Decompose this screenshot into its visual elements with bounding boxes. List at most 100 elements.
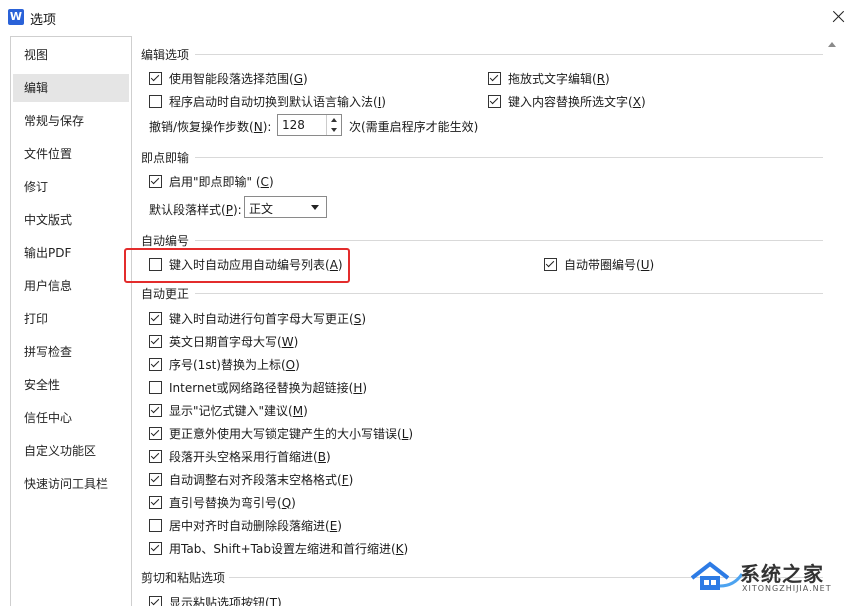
checkbox-box[interactable] bbox=[149, 426, 162, 440]
section-heading-auto-numbering: 自动编号 bbox=[141, 234, 190, 248]
dropdown-value: 正文 bbox=[249, 202, 274, 216]
checkbox-auto-correct-7[interactable]: 自动调整右对齐段落末空格格式(F) bbox=[149, 470, 353, 488]
highlight-annotation bbox=[124, 248, 350, 283]
sidebar-item-11[interactable]: 信任中心 bbox=[13, 404, 129, 432]
checkbox-auto-correct-9[interactable]: 居中对齐时自动删除段落缩进(E) bbox=[149, 516, 342, 534]
checkbox-label: 用Tab、Shift+Tab设置左缩进和首行缩进(K) bbox=[169, 541, 409, 556]
checkbox-box[interactable] bbox=[149, 541, 162, 555]
checkbox-auto-correct-1[interactable]: 英文日期首字母大写(W) bbox=[149, 332, 298, 350]
checkbox-smart-paragraph-select[interactable]: 使用智能段落选择范围(G) bbox=[149, 69, 308, 87]
divider bbox=[195, 293, 823, 294]
checkbox-auto-correct-0[interactable]: 键入时自动进行句首字母大写更正(S) bbox=[149, 309, 366, 327]
checkbox-box[interactable] bbox=[149, 94, 162, 108]
checkbox-box[interactable] bbox=[149, 495, 162, 509]
checkbox-label: 使用智能段落选择范围(G) bbox=[169, 71, 308, 86]
undo-steps-value[interactable]: 128 bbox=[282, 118, 305, 132]
spin-down-arrow-icon[interactable] bbox=[327, 125, 341, 135]
checkbox-box[interactable] bbox=[544, 257, 557, 271]
checkbox-box[interactable] bbox=[149, 357, 162, 371]
checkbox-label: Internet或网络路径替换为超链接(H) bbox=[169, 380, 368, 395]
checkbox-box[interactable] bbox=[149, 311, 162, 325]
sidebar-item-9[interactable]: 拼写检查 bbox=[13, 338, 129, 366]
checkbox-box[interactable] bbox=[149, 380, 162, 394]
spinner-buttons bbox=[326, 115, 341, 135]
sidebar-item-0[interactable]: 视图 bbox=[13, 41, 129, 69]
close-button[interactable] bbox=[826, 4, 850, 30]
checkbox-show-paste-options-button[interactable]: 显示粘贴选项按钮(T) bbox=[149, 593, 282, 606]
sidebar-item-13[interactable]: 快速访问工具栏 bbox=[13, 470, 129, 498]
vertical-scrollbar[interactable] bbox=[824, 36, 841, 606]
checkbox-box[interactable] bbox=[488, 71, 501, 85]
divider bbox=[195, 157, 823, 158]
watermark-url: XITONGZHIJIA.NET bbox=[742, 584, 832, 593]
divider bbox=[195, 240, 823, 241]
watermark-text: 系统之家 bbox=[740, 562, 824, 586]
checkbox-auto-circled-numbering[interactable]: 自动带圈编号(U) bbox=[544, 255, 654, 273]
checkbox-label: 显示"记忆式键入"建议(M) bbox=[169, 403, 308, 418]
sidebar-item-12[interactable]: 自定义功能区 bbox=[13, 437, 129, 465]
checkbox-auto-correct-4[interactable]: 显示"记忆式键入"建议(M) bbox=[149, 401, 308, 419]
checkbox-auto-correct-3[interactable]: Internet或网络路径替换为超链接(H) bbox=[149, 378, 367, 396]
sidebar-item-8[interactable]: 打印 bbox=[13, 305, 129, 333]
checkbox-box[interactable] bbox=[149, 71, 162, 85]
checkbox-label: 键入时自动进行句首字母大写更正(S) bbox=[169, 311, 367, 326]
sidebar-item-5[interactable]: 中文版式 bbox=[13, 206, 129, 234]
checkbox-enable-click-and-type[interactable]: 启用"即点即输" (C) bbox=[149, 172, 274, 190]
undo-steps-note: 次(需重启程序才能生效) bbox=[349, 120, 479, 134]
checkbox-label: 键入内容替换所选文字(X) bbox=[508, 94, 646, 109]
checkbox-box[interactable] bbox=[149, 174, 162, 188]
edit-options-panel: 编辑选项 使用智能段落选择范围(G) 程序启动时自动切换到默认语言输入法(I) … bbox=[133, 36, 851, 606]
sidebar-item-3[interactable]: 文件位置 bbox=[13, 140, 129, 168]
section-heading-click-and-type: 即点即输 bbox=[141, 151, 190, 165]
house-logo-icon bbox=[690, 561, 744, 590]
checkbox-label: 序号(1st)替换为上标(O) bbox=[169, 357, 300, 372]
checkbox-label: 居中对齐时自动删除段落缩进(E) bbox=[169, 518, 342, 533]
checkbox-box[interactable] bbox=[149, 518, 162, 532]
checkbox-label: 程序启动时自动切换到默认语言输入法(I) bbox=[169, 94, 386, 109]
checkbox-drag-drop-editing[interactable]: 拖放式文字编辑(R) bbox=[488, 69, 610, 87]
checkbox-label: 更正意外使用大写锁定键产生的大小写错误(L) bbox=[169, 426, 414, 441]
scroll-up-arrow-icon[interactable] bbox=[828, 42, 836, 47]
checkbox-label: 显示粘贴选项按钮(T) bbox=[169, 595, 282, 606]
checkbox-auto-switch-ime[interactable]: 程序启动时自动切换到默认语言输入法(I) bbox=[149, 92, 386, 110]
checkbox-auto-correct-8[interactable]: 直引号替换为弯引号(Q) bbox=[149, 493, 296, 511]
sidebar-item-10[interactable]: 安全性 bbox=[13, 371, 129, 399]
checkbox-auto-correct-5[interactable]: 更正意外使用大写锁定键产生的大小写错误(L) bbox=[149, 424, 413, 442]
default-paragraph-style-label: 默认段落样式(P): bbox=[149, 203, 242, 217]
sidebar-item-1[interactable]: 编辑 bbox=[13, 74, 129, 102]
checkbox-box[interactable] bbox=[149, 403, 162, 417]
undo-steps-label: 撤销/恢复操作步数(N): bbox=[149, 120, 272, 134]
dialog-title: 选项 bbox=[30, 13, 57, 28]
spin-up-arrow-icon[interactable] bbox=[327, 115, 341, 125]
title-bar: W 选项 bbox=[0, 0, 851, 36]
checkbox-auto-correct-2[interactable]: 序号(1st)替换为上标(O) bbox=[149, 355, 300, 373]
checkbox-box[interactable] bbox=[149, 449, 162, 463]
checkbox-label: 段落开头空格采用行首缩进(B) bbox=[169, 449, 331, 464]
section-heading-auto-correct: 自动更正 bbox=[141, 287, 190, 301]
checkbox-box[interactable] bbox=[149, 472, 162, 486]
divider bbox=[195, 54, 823, 55]
checkbox-auto-correct-10[interactable]: 用Tab、Shift+Tab设置左缩进和首行缩进(K) bbox=[149, 539, 408, 557]
checkbox-box[interactable] bbox=[149, 334, 162, 348]
default-paragraph-style-dropdown[interactable]: 正文 bbox=[244, 196, 327, 218]
checkbox-typing-replaces-selection[interactable]: 键入内容替换所选文字(X) bbox=[488, 92, 646, 110]
checkbox-box[interactable] bbox=[488, 94, 501, 108]
undo-steps-spinner[interactable]: 128 bbox=[277, 114, 342, 136]
checkbox-box[interactable] bbox=[149, 595, 162, 606]
checkbox-label: 自动调整右对齐段落末空格格式(F) bbox=[169, 472, 354, 487]
site-watermark: 系统之家 XITONGZHIJIA.NET bbox=[690, 552, 845, 602]
checkbox-label: 英文日期首字母大写(W) bbox=[169, 334, 299, 349]
sidebar-item-2[interactable]: 常规与保存 bbox=[13, 107, 129, 135]
sidebar-item-4[interactable]: 修订 bbox=[13, 173, 129, 201]
section-heading-paste-options: 剪切和粘贴选项 bbox=[141, 571, 226, 585]
sidebar-item-7[interactable]: 用户信息 bbox=[13, 272, 129, 300]
sidebar-item-6[interactable]: 输出PDF bbox=[13, 239, 129, 267]
options-category-list: 视图编辑常规与保存文件位置修订中文版式输出PDF 用户信息打印拼写检查安全性信任中… bbox=[10, 36, 132, 606]
dropdown-arrow-icon[interactable] bbox=[311, 205, 319, 210]
checkbox-label: 直引号替换为弯引号(Q) bbox=[169, 495, 296, 510]
checkbox-auto-correct-6[interactable]: 段落开头空格采用行首缩进(B) bbox=[149, 447, 331, 465]
wps-writer-icon: W bbox=[8, 9, 24, 25]
checkbox-label: 拖放式文字编辑(R) bbox=[508, 71, 610, 86]
checkbox-label: 自动带圈编号(U) bbox=[564, 257, 655, 272]
section-heading-edit-options: 编辑选项 bbox=[141, 48, 190, 62]
